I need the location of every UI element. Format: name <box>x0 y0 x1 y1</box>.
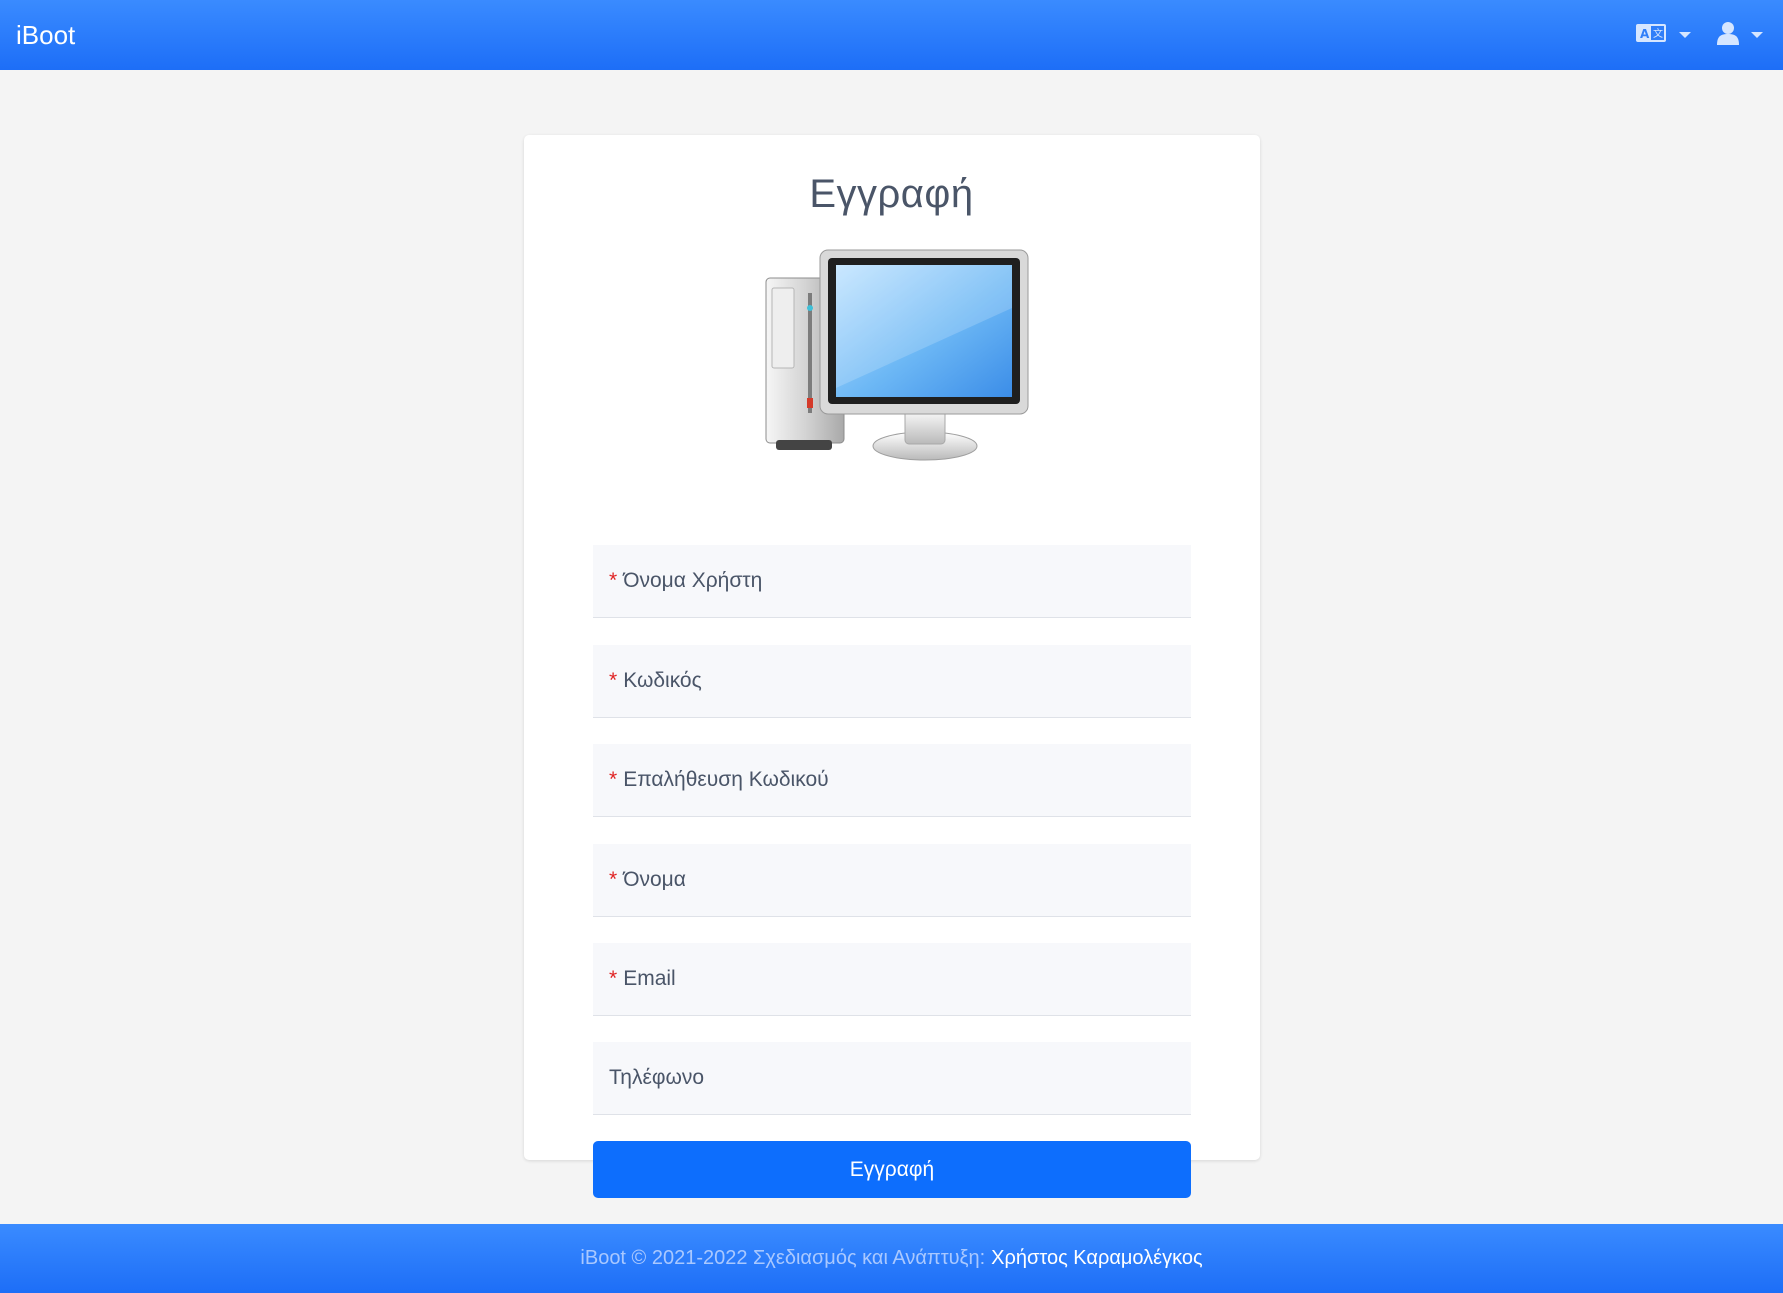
username-placeholder: Όνομα Χρήστη <box>623 569 763 592</box>
footer: iBoot © 2021-2022 Σχεδιασμός και Ανάπτυξ… <box>0 1224 1783 1293</box>
email-field[interactable]: * Email <box>593 943 1191 1016</box>
svg-text:文: 文 <box>1653 27 1663 40</box>
page-title: Εγγραφή <box>809 172 974 216</box>
register-submit-button[interactable]: Εγγραφή <box>593 1141 1191 1198</box>
email-placeholder: Email <box>623 967 676 990</box>
required-marker: * <box>609 768 618 791</box>
required-marker: * <box>609 967 618 990</box>
desktop-computer-icon <box>765 249 1029 461</box>
name-placeholder: Όνομα <box>623 868 686 891</box>
required-marker: * <box>609 569 618 592</box>
top-navbar: iBoot A 文 <box>0 0 1783 70</box>
footer-author-link[interactable]: Χρήστος Καραμολέγκος <box>991 1247 1202 1270</box>
user-dropdown[interactable] <box>1717 21 1763 50</box>
footer-copyright: iBoot © 2021-2022 Σχεδιασμός και Ανάπτυξ… <box>580 1247 986 1269</box>
required-marker: * <box>609 669 618 692</box>
password-field[interactable]: * Κωδικός <box>593 645 1191 718</box>
chevron-down-icon <box>1679 32 1691 38</box>
confirm-password-placeholder: Επαλήθευση Κωδικού <box>623 768 829 791</box>
password-placeholder: Κωδικός <box>623 669 702 692</box>
brand-logo[interactable]: iBoot <box>16 20 75 51</box>
required-marker: * <box>609 868 618 891</box>
chevron-down-icon <box>1751 32 1763 38</box>
svg-text:A: A <box>1640 27 1650 41</box>
phone-field[interactable]: Τηλέφωνο <box>593 1042 1191 1115</box>
user-icon <box>1717 21 1739 50</box>
confirm-password-field[interactable]: * Επαλήθευση Κωδικού <box>593 744 1191 817</box>
translate-icon: A 文 <box>1635 22 1667 49</box>
name-field[interactable]: * Όνομα <box>593 844 1191 917</box>
navbar-actions: A 文 <box>1635 21 1767 50</box>
username-field[interactable]: * Όνομα Χρήστη <box>593 545 1191 618</box>
language-dropdown[interactable]: A 文 <box>1635 22 1691 49</box>
phone-placeholder: Τηλέφωνο <box>609 1066 705 1089</box>
